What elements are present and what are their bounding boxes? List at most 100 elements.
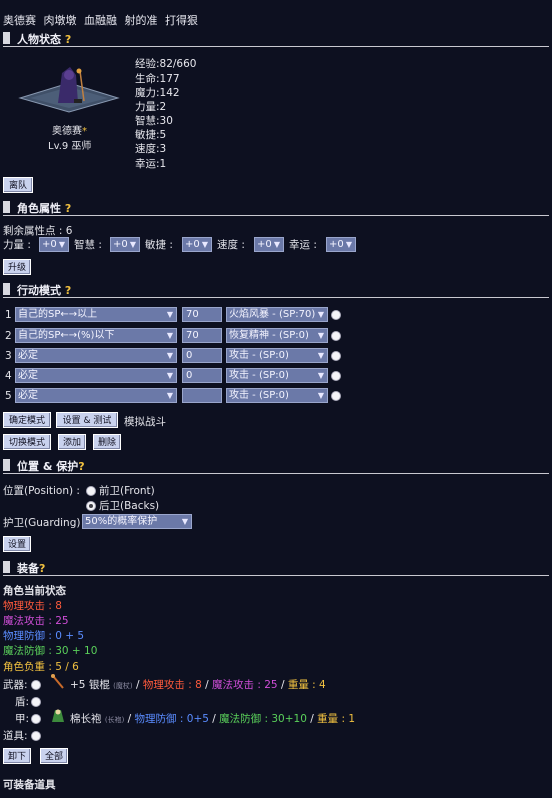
chevron-down-icon: ▼ bbox=[317, 331, 324, 340]
action-value-input[interactable]: 70 bbox=[182, 328, 222, 343]
armor-mdef: 魔法防御 : 30+10 bbox=[219, 713, 307, 725]
action-row-number: 4 bbox=[5, 370, 12, 382]
chevron-down-icon: ▼ bbox=[317, 391, 324, 400]
switch-mode-button[interactable]: 切换模式 bbox=[3, 434, 51, 450]
delete-button[interactable]: 删除 bbox=[93, 434, 121, 450]
chevron-down-icon: ▼ bbox=[166, 310, 173, 319]
available-items-title: 可装备道具 bbox=[3, 779, 56, 791]
armor-tag: (长袍) bbox=[104, 716, 125, 724]
party-member[interactable]: 血融融 bbox=[84, 14, 117, 27]
action-condition-select[interactable]: 自己的SP←→(%)以下 ▼ bbox=[15, 328, 177, 343]
wizard-avatar bbox=[18, 67, 120, 113]
shield-slot-radio[interactable] bbox=[31, 697, 41, 707]
weapon-matk: 魔法攻击 : 25 bbox=[212, 679, 278, 691]
help-icon[interactable]: ? bbox=[65, 284, 71, 297]
section-marker bbox=[3, 283, 10, 295]
weapon-slot-radio[interactable] bbox=[31, 680, 41, 690]
action-row-radio[interactable] bbox=[331, 391, 341, 401]
armor-info[interactable]: 棉长袍 (长袍) / 物理防御 : 0+5 / 魔法防御 : 30+10 / 重… bbox=[70, 711, 355, 726]
action-condition-select[interactable]: 必定 ▼ bbox=[15, 348, 177, 363]
confirm-mode-button[interactable]: 确定模式 bbox=[3, 412, 51, 428]
remaining-points: 剩余属性点 : 6 bbox=[3, 225, 73, 237]
help-icon[interactable]: ? bbox=[65, 33, 71, 46]
item-slot-radio[interactable] bbox=[31, 731, 41, 741]
armor-pdef: 物理防御 : 0+5 bbox=[134, 713, 209, 725]
action-value-input[interactable] bbox=[182, 388, 222, 403]
armor-slot-radio[interactable] bbox=[31, 714, 41, 724]
weapon-name: +5 银棍 bbox=[70, 679, 110, 691]
action-skill-select[interactable]: 攻击 - (SP:0) ▼ bbox=[226, 388, 328, 403]
section-status-header: 人物状态 ? bbox=[3, 30, 549, 47]
upgrade-button[interactable]: 升级 bbox=[3, 259, 31, 275]
simulate-battle-link[interactable]: 模拟战斗 bbox=[124, 414, 166, 429]
party-member[interactable]: 打得狠 bbox=[165, 14, 198, 27]
action-skill-select[interactable]: 攻击 - (SP:0) ▼ bbox=[226, 348, 328, 363]
position-set-button[interactable]: 设置 bbox=[3, 536, 31, 552]
stat-exp: 经验:82/660 bbox=[135, 58, 197, 70]
weapon-tag: (魔杖) bbox=[113, 682, 133, 690]
action-row-radio[interactable] bbox=[331, 371, 341, 381]
section-marker bbox=[3, 201, 10, 213]
stat-spd: 速度:3 bbox=[135, 143, 167, 155]
item-slot-label: 道具: bbox=[3, 730, 28, 742]
chevron-down-icon: ▼ bbox=[166, 351, 173, 360]
action-value-input[interactable]: 0 bbox=[182, 368, 222, 383]
status-physical-attack: 物理攻击 : 8 bbox=[3, 600, 62, 612]
stat-mp: 魔力:142 bbox=[135, 87, 180, 99]
armor-slot-label: 甲: bbox=[15, 713, 30, 725]
action-row-number: 5 bbox=[5, 390, 12, 402]
back-radio[interactable] bbox=[86, 501, 96, 511]
help-icon[interactable]: ? bbox=[39, 562, 45, 575]
action-condition-select[interactable]: 必定 ▼ bbox=[15, 388, 177, 403]
action-row-radio[interactable] bbox=[331, 310, 341, 320]
party-member[interactable]: 肉墩墩 bbox=[44, 14, 77, 27]
leave-party-button[interactable]: 离队 bbox=[3, 177, 33, 193]
unequip-button[interactable]: 卸下 bbox=[3, 748, 31, 764]
attr-select-agi[interactable]: +0 ▼ bbox=[182, 237, 212, 252]
action-value-input[interactable]: 0 bbox=[182, 348, 222, 363]
front-radio[interactable] bbox=[86, 486, 96, 496]
attr-label-str: 力量 : bbox=[3, 239, 31, 251]
chevron-down-icon: ▼ bbox=[166, 371, 173, 380]
stat-agi: 敏捷:5 bbox=[135, 129, 167, 141]
action-skill-select[interactable]: 攻击 - (SP:0) ▼ bbox=[226, 368, 328, 383]
party-member[interactable]: 射的准 bbox=[125, 14, 158, 27]
section-position-header: 位置 & 保护? bbox=[3, 457, 549, 474]
section-marker bbox=[3, 561, 10, 573]
action-condition-select[interactable]: 自己的SP←→以上 ▼ bbox=[15, 307, 177, 322]
action-skill-select[interactable]: 恢复精神 - (SP:0) ▼ bbox=[226, 328, 328, 343]
chevron-down-icon: ▼ bbox=[317, 371, 324, 380]
action-row-number: 1 bbox=[5, 309, 12, 321]
character-name: 奥德赛* bbox=[52, 126, 87, 137]
attr-select-str[interactable]: +0 ▼ bbox=[39, 237, 69, 252]
weapon-info[interactable]: +5 银棍 (魔杖) / 物理攻击 : 8 / 魔法攻击 : 25 / 重量 :… bbox=[70, 677, 326, 692]
chevron-down-icon: ▼ bbox=[201, 240, 208, 249]
attr-label-spd: 速度 : bbox=[217, 239, 245, 251]
action-row-radio[interactable] bbox=[331, 351, 341, 361]
character-level-class: Lv.9 巫师 bbox=[48, 141, 92, 152]
attr-select-int[interactable]: +0 ▼ bbox=[110, 237, 140, 252]
section-equipment-header: 装备? bbox=[3, 559, 549, 576]
attr-select-luck[interactable]: +0 ▼ bbox=[326, 237, 356, 252]
back-label: 后卫(Backs) bbox=[99, 500, 160, 512]
current-status-title: 角色当前状态 bbox=[3, 585, 66, 597]
chevron-down-icon: ▼ bbox=[129, 240, 136, 249]
party-member[interactable]: 奥德赛 bbox=[3, 14, 36, 27]
attr-select-spd[interactable]: +0 ▼ bbox=[254, 237, 284, 252]
chevron-down-icon: ▼ bbox=[345, 240, 352, 249]
guard-select[interactable]: 50%的概率保护 ▼ bbox=[82, 514, 192, 529]
action-condition-select[interactable]: 必定 ▼ bbox=[15, 368, 177, 383]
help-icon[interactable]: ? bbox=[78, 460, 84, 473]
action-skill-select[interactable]: 火焰风暴 - (SP:70) ▼ bbox=[226, 307, 328, 322]
attr-label-agi: 敏捷 : bbox=[145, 239, 173, 251]
set-test-button[interactable]: 设置 & 测试 bbox=[56, 412, 118, 428]
status-physical-defense: 物理防御 : 0 + 5 bbox=[3, 630, 85, 642]
section-action-header: 行动模式 ? bbox=[3, 281, 549, 298]
status-magic-attack: 魔法攻击 : 25 bbox=[3, 615, 69, 627]
action-value-input[interactable]: 70 bbox=[182, 307, 222, 322]
add-button[interactable]: 添加 bbox=[58, 434, 86, 450]
help-icon[interactable]: ? bbox=[65, 202, 71, 215]
action-row-radio[interactable] bbox=[331, 331, 341, 341]
all-button[interactable]: 全部 bbox=[40, 748, 68, 764]
party-list: 奥德赛 肉墩墩 血融融 射的准 打得狠 bbox=[3, 12, 202, 28]
